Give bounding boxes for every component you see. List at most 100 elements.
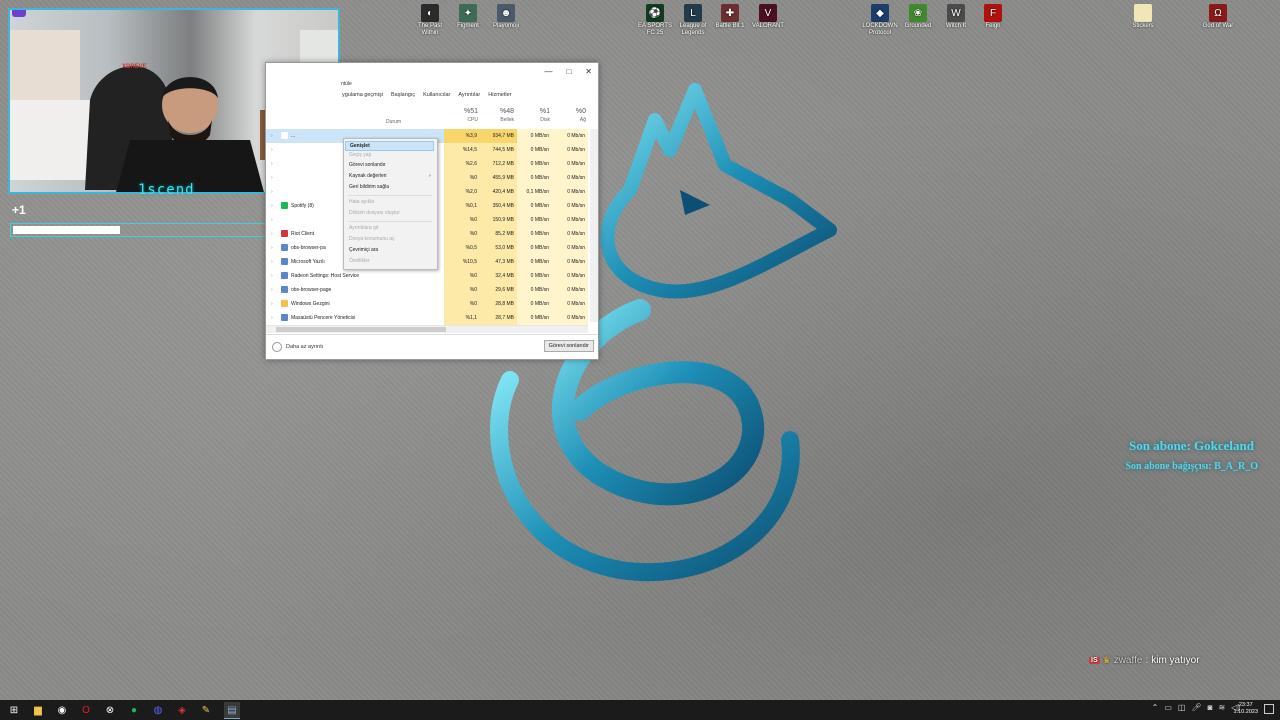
context-menu-item[interactable]: Döküm dosyası oluştur [349, 210, 400, 216]
chevron-right-icon[interactable]: › [271, 259, 273, 265]
context-menu-item[interactable]: Geri bildirim sağla [349, 184, 389, 190]
context-menu-item[interactable]: Hata ayıkla [349, 199, 374, 205]
chevron-right-icon[interactable]: › [271, 245, 273, 251]
scrollbar-thumb[interactable] [276, 327, 446, 332]
notification-icon[interactable] [1264, 704, 1274, 714]
tab-startup[interactable]: Başlangıç [390, 92, 416, 98]
chevron-right-icon[interactable]: › [271, 133, 273, 139]
discord-icon[interactable]: ◍ [150, 702, 166, 718]
process-net-value: 0 Mb/sn [552, 227, 588, 241]
chevron-right-icon[interactable]: › [271, 231, 273, 237]
desktop-icon[interactable]: ⚽ EA SPORTS FC 25 [635, 4, 675, 37]
process-name: Masaüstü Pencere Yöneticisi [291, 315, 356, 321]
process-net-value: 0 Mb/sn [552, 297, 588, 311]
desktop-icon[interactable]: Ω God of War [1198, 4, 1238, 30]
desktop-icon[interactable]: Stickers [1123, 4, 1163, 30]
desktop-icon[interactable]: V VALORANT [748, 4, 788, 30]
context-menu-label: Hata ayıkla [349, 199, 375, 205]
game-icon: F [984, 4, 1002, 22]
spotify-icon[interactable]: ● [126, 702, 142, 718]
table-row[interactable]: › obs-browser-page %0 29,6 MB 0 MB/sn 0 Mb/sn [266, 283, 588, 297]
chevron-right-icon[interactable]: › [271, 287, 273, 293]
vertical-scrollbar[interactable] [590, 129, 598, 322]
tab-services[interactable]: Hizmetler [487, 92, 512, 98]
context-menu-item[interactable]: Görevi sonlandır [349, 162, 386, 168]
close-icon[interactable]: ✕ [585, 67, 592, 76]
desktop-icon[interactable]: ☻ Playomoji [486, 4, 526, 30]
microphone-icon[interactable]: 🎤︎ [1191, 703, 1201, 712]
pen-icon[interactable]: ✎ [198, 702, 214, 718]
process-net-value: 0 Mb/sn [552, 241, 588, 255]
desktop-icon[interactable]: ❀ Grounded [898, 4, 938, 30]
desktop-icon[interactable]: W Witch It [936, 4, 976, 30]
context-menu-item[interactable]: Çevrimiçi ara [349, 247, 378, 253]
fewer-details-button[interactable]: Daha az ayrıntı [272, 342, 323, 352]
context-menu-item[interactable]: Geçiş yap [349, 152, 371, 158]
process-net-value: 0 Mb/sn [552, 185, 588, 199]
chevron-right-icon[interactable]: › [271, 301, 273, 307]
file-explorer-icon[interactable]: ▆ [30, 702, 46, 718]
chevron-right-icon[interactable]: › [271, 315, 273, 321]
desktop-icon-label: LOCKDOWN Protocol [862, 23, 898, 36]
title-bar[interactable]: — □ ✕ [266, 63, 598, 81]
desktop-icon[interactable]: ◐ The Past Within [410, 4, 450, 37]
crown-icon: ♛ [1102, 655, 1111, 665]
process-net-value: 0 Mb/sn [552, 255, 588, 269]
battery-icon[interactable]: ▭ [1164, 703, 1172, 712]
horizontal-scrollbar[interactable] [266, 325, 588, 333]
maximize-icon[interactable]: □ [566, 67, 571, 76]
desktop-icon[interactable]: F Feign [973, 4, 1013, 30]
process-name: ... [291, 133, 296, 139]
chevron-right-icon[interactable]: › [271, 175, 273, 181]
chevron-right-icon[interactable]: › [271, 147, 273, 153]
wifi-icon[interactable]: ≋ [1218, 703, 1225, 712]
menu-separator [348, 195, 432, 196]
memory-percent: %48 [499, 108, 514, 115]
chevron-right-icon[interactable]: › [271, 203, 273, 209]
chat-separator: : [1145, 655, 1149, 666]
process-mem-value: 32,4 MB [480, 269, 517, 283]
context-menu-item[interactable]: Dosya konumunu aç [349, 236, 395, 242]
desktop-icon[interactable]: L League of Legends [673, 4, 713, 37]
context-menu-item[interactable]: Özellikler [349, 258, 370, 264]
desktop-icon[interactable]: ✦ Figment [448, 4, 488, 30]
process-name: Radeon Settings: Host Service [291, 273, 360, 279]
chevron-right-icon[interactable]: › [271, 161, 273, 167]
cpu-column-header[interactable]: %51 CPU [442, 108, 478, 123]
tab-users[interactable]: Kullanıcılar [422, 92, 451, 98]
disk-column-header[interactable]: %1 Disk [514, 108, 550, 123]
riot-icon[interactable]: ◈ [174, 702, 190, 718]
context-menu-item[interactable]: Genişlet [345, 141, 434, 151]
minimize-icon[interactable]: — [544, 67, 552, 76]
menu-view[interactable]: ntüle [341, 81, 352, 87]
opera-icon[interactable]: O [78, 702, 94, 718]
tab-details[interactable]: Ayrıntılar [457, 92, 481, 98]
context-menu-item[interactable]: Kaynak değerleri › [349, 173, 431, 179]
camera-icon[interactable]: ◙ [1208, 703, 1213, 712]
memory-column-header[interactable]: %48 Bellek [478, 108, 514, 123]
obs-icon[interactable]: ◉ [54, 702, 70, 718]
desktop-icon[interactable]: ✚ Battle Bit 1 [710, 4, 750, 30]
status-column-header[interactable]: Durum [386, 119, 401, 125]
context-menu-label: Çevrimiçi ara [349, 247, 379, 253]
chevron-right-icon[interactable]: › [271, 217, 273, 223]
xbox-icon[interactable]: ⊗ [102, 702, 118, 718]
chevron-right-icon[interactable]: › [271, 189, 273, 195]
process-disk-value: 0 MB/sn [517, 311, 552, 325]
network-icon[interactable]: ◫ [1178, 703, 1186, 712]
table-row[interactable]: › Radeon Settings: Host Service %0 32,4 MB 0… [266, 269, 588, 283]
desktop-icon[interactable]: ◆ LOCKDOWN Protocol [860, 4, 900, 37]
context-menu-label: Dosya konumunu aç [349, 236, 395, 242]
chevron-up-icon[interactable]: ⌃ [1152, 703, 1159, 712]
chevron-right-icon[interactable]: › [271, 273, 273, 279]
context-menu-item[interactable]: Ayrıntılara git [349, 225, 378, 231]
tab-app-history[interactable]: ygulama geçmişi [341, 92, 384, 98]
network-column-header[interactable]: %0 Ağ [550, 108, 586, 123]
table-row[interactable]: › Windows Gezgini %0 28,8 MB 0 MB/sn 0 Mb/sn [266, 297, 588, 311]
footer: Daha az ayrıntı Görevi sonlandır [266, 334, 598, 359]
clock[interactable]: 23:37 1.10.2023 [1234, 702, 1258, 716]
windows-start-icon[interactable]: ⊞ [6, 702, 22, 718]
end-task-button[interactable]: Görevi sonlandır [543, 340, 594, 352]
task-manager-icon[interactable]: ▤ [224, 702, 240, 719]
table-row[interactable]: › Masaüstü Pencere Yöneticisi %1,1 28,7 MB 0… [266, 311, 588, 325]
